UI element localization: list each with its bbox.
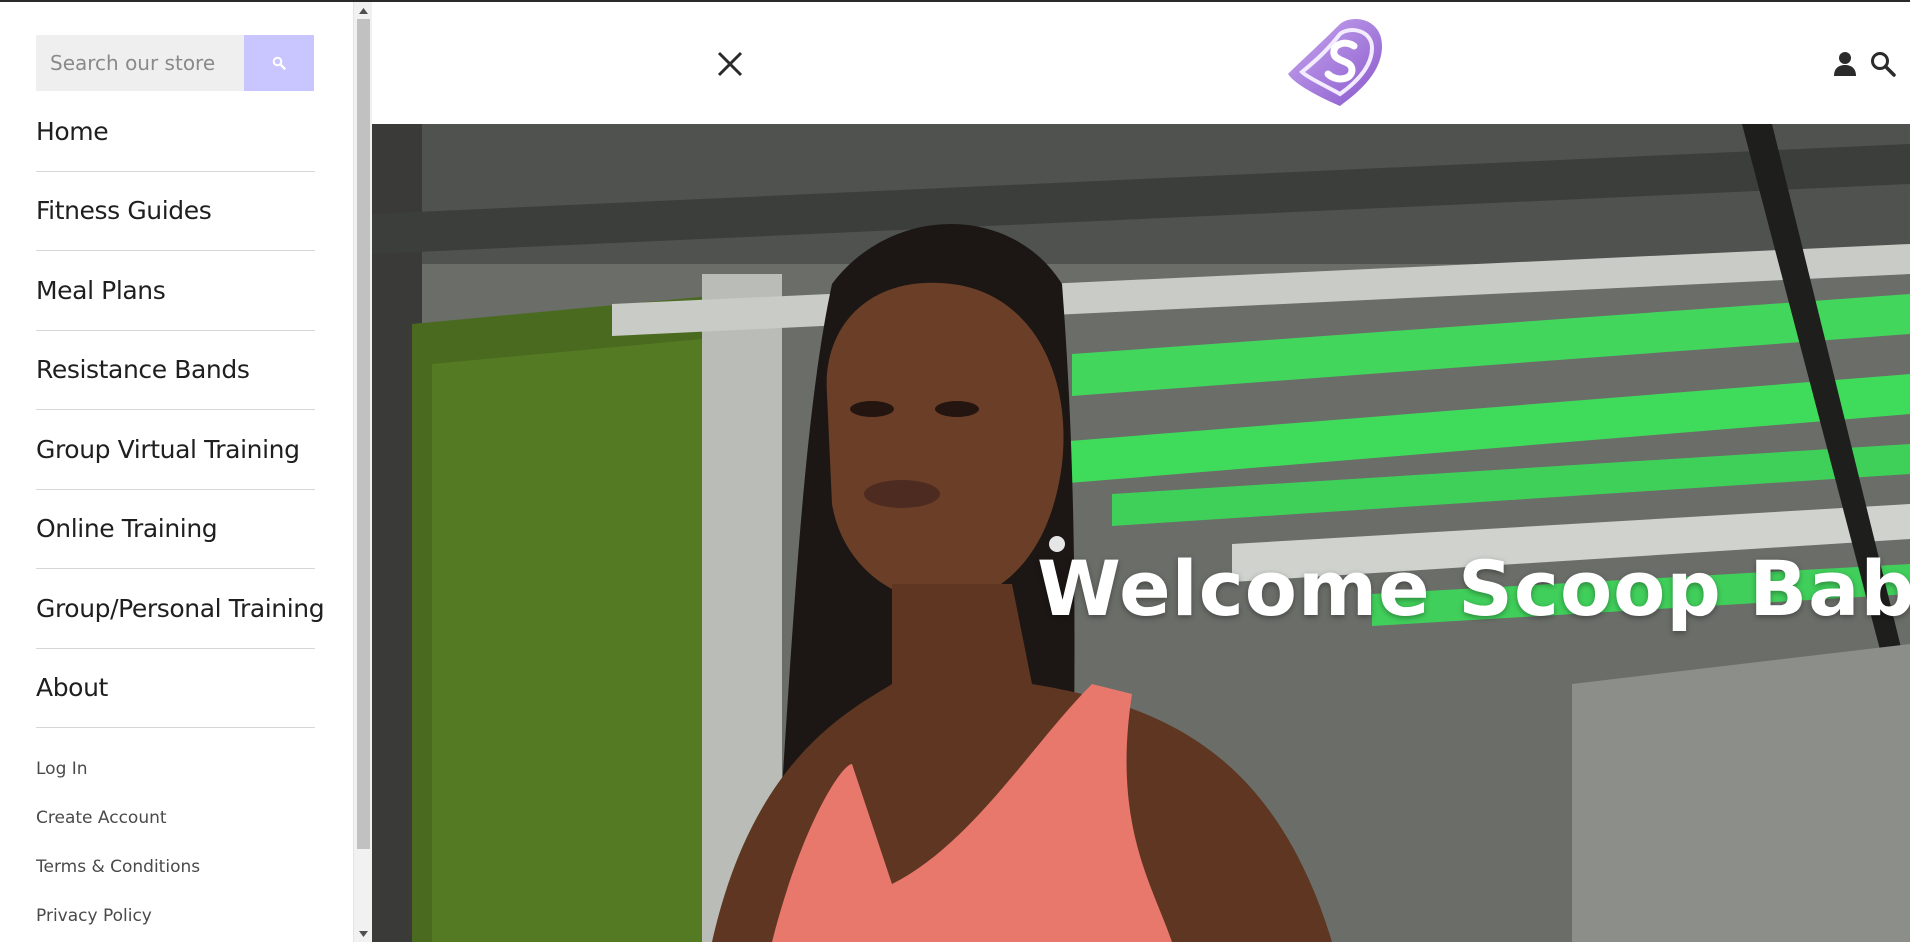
header-search-button[interactable] bbox=[1869, 50, 1897, 78]
nav-drawer: Home Fitness Guides Meal Plans Resistanc… bbox=[0, 2, 353, 942]
search-icon bbox=[1871, 52, 1896, 77]
nav-item-label: About bbox=[36, 673, 108, 703]
link-log-in[interactable]: Log In bbox=[36, 744, 315, 793]
nav-item-label: Group Virtual Training bbox=[36, 434, 300, 464]
account-button[interactable] bbox=[1831, 50, 1859, 78]
nav-item-label: Group/Personal Training bbox=[36, 593, 325, 623]
nav-item-label: Online Training bbox=[36, 514, 218, 544]
link-label: Privacy Policy bbox=[36, 905, 152, 926]
hero-background-image bbox=[372, 124, 1910, 942]
nav-item-label: Home bbox=[36, 116, 109, 146]
scrollbar-thumb[interactable] bbox=[357, 19, 370, 849]
nav-item-group-virtual-training[interactable]: Group Virtual Training bbox=[36, 410, 315, 490]
drawer-search bbox=[36, 35, 314, 91]
hero-title: Welcome Scoop Babes bbox=[1037, 544, 1910, 633]
link-label: Create Account bbox=[36, 807, 167, 828]
scroll-down-arrow[interactable] bbox=[354, 925, 373, 942]
nav-item-about[interactable]: About bbox=[36, 649, 315, 728]
site-header bbox=[372, 2, 1910, 124]
search-icon bbox=[272, 56, 286, 70]
caret-down-icon bbox=[359, 930, 368, 937]
hero-banner: Welcome Scoop Babes bbox=[372, 124, 1910, 942]
heart-s-logo-icon bbox=[1288, 19, 1382, 106]
link-privacy-policy[interactable]: Privacy Policy bbox=[36, 891, 315, 940]
brand-logo[interactable] bbox=[1282, 16, 1394, 110]
user-icon bbox=[1834, 52, 1856, 76]
secondary-nav-list: Log In Create Account Terms & Conditions… bbox=[36, 744, 315, 940]
nav-item-resistance-bands[interactable]: Resistance Bands bbox=[36, 331, 315, 410]
nav-item-home[interactable]: Home bbox=[36, 92, 315, 172]
search-submit-button[interactable] bbox=[244, 35, 314, 91]
nav-item-label: Resistance Bands bbox=[36, 355, 250, 385]
link-label: Log In bbox=[36, 758, 88, 779]
close-icon bbox=[717, 51, 743, 77]
main-nav-list: Home Fitness Guides Meal Plans Resistanc… bbox=[36, 92, 325, 728]
page-main: Welcome Scoop Babes bbox=[372, 2, 1910, 942]
link-terms-conditions[interactable]: Terms & Conditions bbox=[36, 842, 315, 891]
nav-item-meal-plans[interactable]: Meal Plans bbox=[36, 251, 315, 331]
nav-item-label: Meal Plans bbox=[36, 275, 166, 305]
caret-up-icon bbox=[359, 7, 368, 14]
nav-item-label: Fitness Guides bbox=[36, 196, 212, 226]
nav-item-online-training[interactable]: Online Training bbox=[36, 490, 315, 569]
nav-item-fitness-guides[interactable]: Fitness Guides bbox=[36, 172, 315, 251]
link-label: Terms & Conditions bbox=[36, 856, 201, 877]
close-menu-button[interactable] bbox=[710, 44, 750, 84]
scroll-up-arrow[interactable] bbox=[354, 2, 373, 19]
nav-item-group-personal-training[interactable]: Group/Personal Training bbox=[36, 569, 325, 649]
search-input[interactable] bbox=[36, 35, 244, 91]
link-create-account[interactable]: Create Account bbox=[36, 793, 315, 842]
drawer-scrollbar[interactable] bbox=[353, 2, 372, 942]
